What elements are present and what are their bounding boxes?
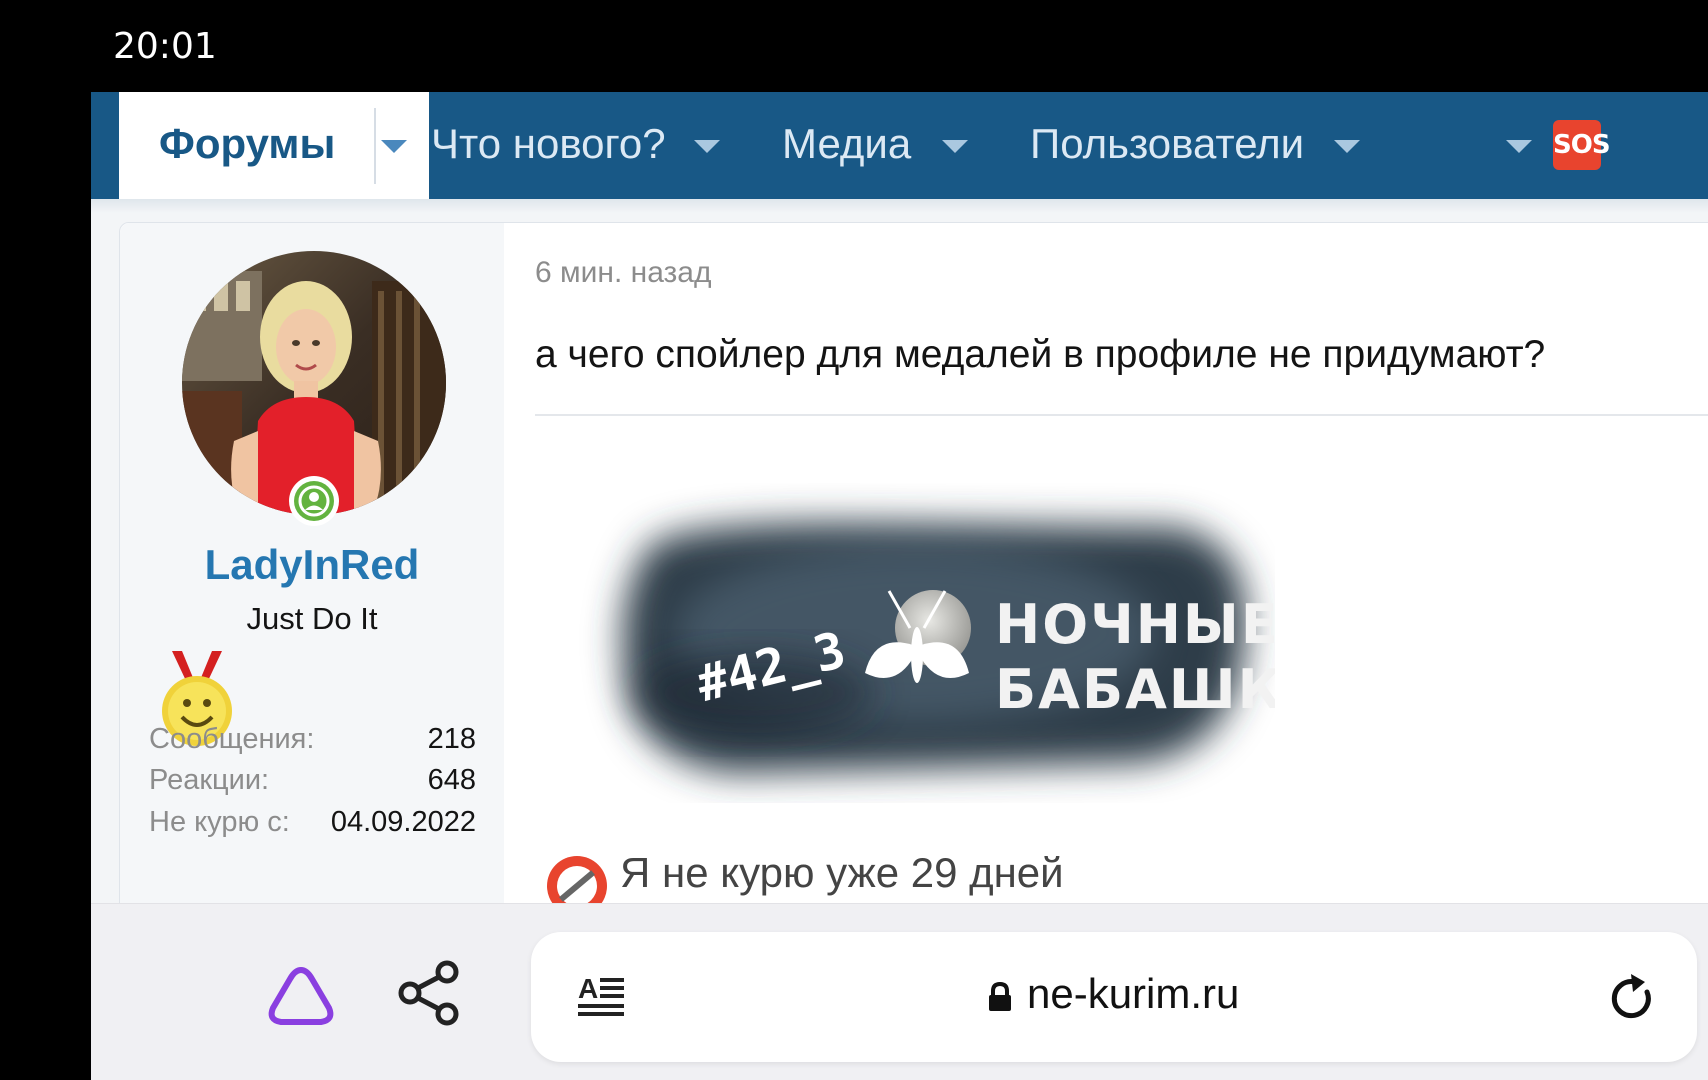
username[interactable]: LadyInRed bbox=[120, 541, 504, 589]
tab-forums[interactable]: Форумы bbox=[119, 92, 429, 199]
post-time[interactable]: 6 мин. назад bbox=[535, 256, 712, 290]
chevron-down-icon[interactable] bbox=[694, 140, 720, 153]
status-time: 20:01 bbox=[113, 26, 217, 67]
forum-navbar: Форумы Что нового? Медиа Пользователи SO… bbox=[91, 92, 1708, 199]
stat-label: Сообщения: bbox=[149, 723, 315, 755]
reload-icon[interactable] bbox=[1609, 972, 1657, 1022]
signature-banner: #42_3 НОЧНЫЕ БАБАШКИ bbox=[575, 483, 1329, 803]
banner-line1: НОЧНЫЕ bbox=[995, 593, 1275, 656]
stat-value: 218 bbox=[427, 723, 476, 755]
no-smoking-icon bbox=[547, 856, 607, 903]
nav-shadow bbox=[91, 199, 1708, 213]
tab-media[interactable]: Медиа bbox=[782, 120, 911, 168]
stat-label: Реакции: bbox=[149, 764, 270, 796]
stat-label: Не курю с: bbox=[149, 806, 290, 838]
browser-window: Форумы Что нового? Медиа Пользователи SO… bbox=[91, 92, 1708, 1080]
tab-whats-new[interactable]: Что нового? bbox=[431, 120, 666, 168]
signature-divider bbox=[535, 414, 1708, 416]
reader-mode-icon[interactable]: A bbox=[578, 973, 626, 1020]
svg-text:A: A bbox=[578, 974, 598, 1004]
status-bar: 20:01 bbox=[0, 0, 1708, 92]
chevron-down-icon[interactable] bbox=[1506, 140, 1532, 153]
url-text[interactable]: ne-kurim.ru bbox=[1027, 970, 1239, 1018]
share-icon[interactable] bbox=[398, 960, 460, 1026]
tab-separator bbox=[374, 108, 376, 184]
alice-icon[interactable] bbox=[266, 964, 336, 1028]
user-title: Just Do It bbox=[246, 601, 378, 636]
tab-members[interactable]: Пользователи bbox=[1030, 120, 1304, 168]
chevron-down-icon[interactable] bbox=[381, 140, 407, 153]
chevron-down-icon[interactable] bbox=[1334, 140, 1360, 153]
banner-line2: БАБАШКИ bbox=[995, 658, 1275, 721]
online-status-badge bbox=[289, 476, 339, 526]
user-panel: LadyInRed Just Do It Сообщения: 218 Реак… bbox=[120, 223, 504, 1003]
chevron-down-icon[interactable] bbox=[942, 140, 968, 153]
post-text: а чего спойлер для медалей в профиле не … bbox=[535, 333, 1546, 376]
address-bar[interactable]: A ne-kurim.ru bbox=[531, 932, 1697, 1062]
stat-value: 648 bbox=[427, 764, 476, 796]
signature-counter: Я не курю уже 29 дней bbox=[540, 843, 1140, 903]
browser-toolbar: A ne-kurim.ru bbox=[91, 903, 1708, 1080]
forum-post: LadyInRed Just Do It Сообщения: 218 Реак… bbox=[119, 222, 1708, 1004]
lock-icon bbox=[987, 981, 1013, 1012]
screen-edge bbox=[0, 92, 91, 1080]
signature-text: Я не курю уже 29 дней bbox=[620, 849, 1064, 896]
sos-icon[interactable]: SOS bbox=[1553, 120, 1611, 170]
tab-forums-label: Форумы bbox=[159, 120, 336, 167]
user-online-icon bbox=[294, 481, 334, 521]
stat-value: 04.09.2022 bbox=[330, 806, 476, 838]
